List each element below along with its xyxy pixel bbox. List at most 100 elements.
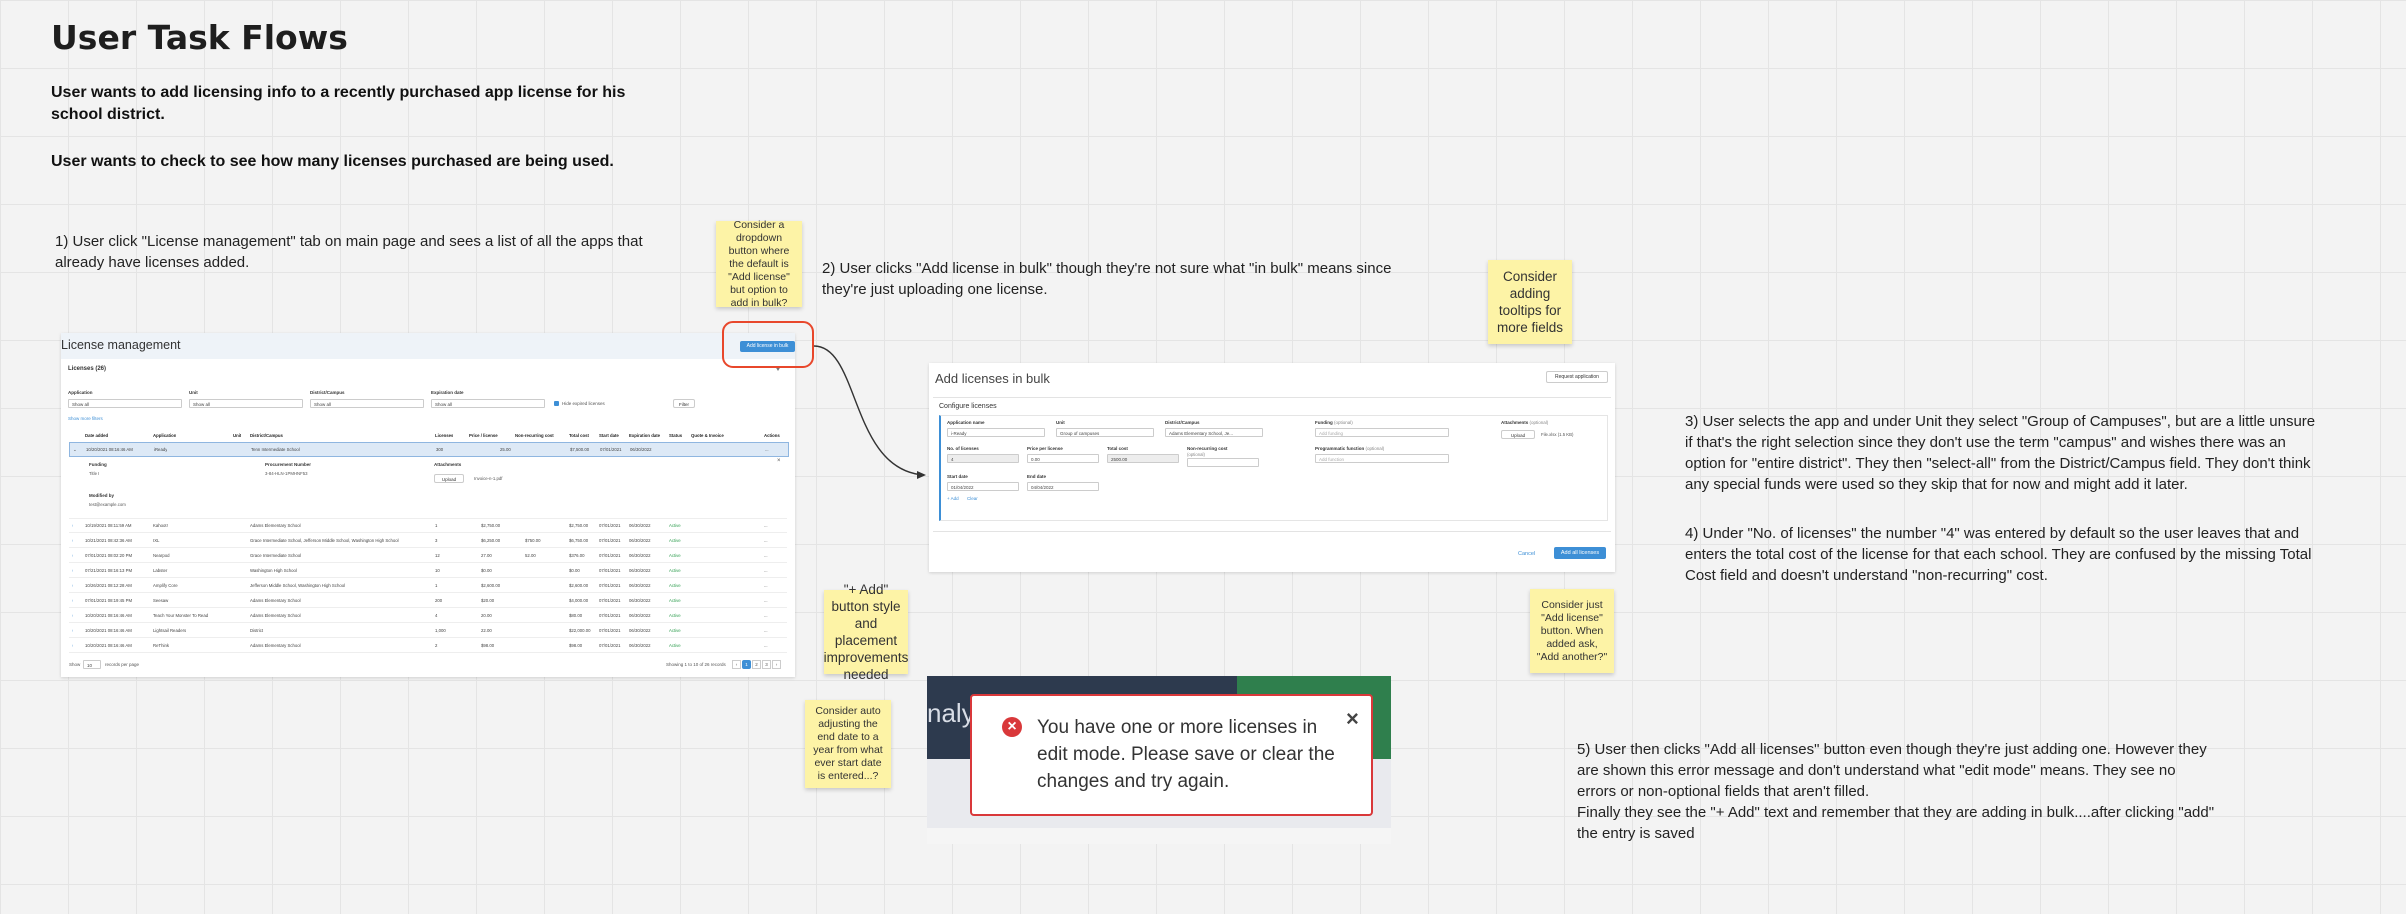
hide-expired-checkbox[interactable] — [554, 401, 559, 406]
attachment-file[interactable]: File.xlsx (1.5 KB) — [1541, 432, 1573, 437]
table-row[interactable]: › 10/26/2021 08:12:28 AM Amplify Core Jeffe… — [69, 579, 787, 593]
filter-button[interactable]: Filter — [673, 399, 695, 408]
col-licenses[interactable]: Licenses — [435, 429, 453, 442]
unit-select[interactable]: Group of campuses — [1056, 428, 1154, 437]
table-cell: 07/01/2021 — [599, 553, 621, 558]
expand-icon[interactable]: › — [72, 624, 73, 637]
table-cell: 07/01/2021 08:02:20 PM — [85, 553, 133, 558]
step-2-text: 2) User clicks "Add license in bulk" tho… — [822, 260, 1392, 298]
table-row[interactable]: › 10/19/2021 08:11:59 AM Kahoot! Adams Elem… — [69, 519, 787, 533]
request-application-button[interactable]: Request application — [1546, 371, 1608, 383]
col-status[interactable]: Status — [669, 429, 682, 442]
expand-icon[interactable]: › — [72, 549, 73, 562]
table-cell: Nearpod — [153, 553, 170, 558]
close-icon[interactable]: × — [1346, 706, 1359, 732]
filter-expiration-select[interactable]: Show all — [431, 399, 545, 408]
table-cell[interactable]: ... — [764, 594, 784, 607]
table-cell[interactable]: ... — [764, 534, 784, 547]
cancel-button[interactable]: Cancel — [1518, 551, 1535, 557]
filter-label-application: Application — [68, 390, 93, 395]
col-application[interactable]: Application — [153, 429, 176, 442]
table-cell: $2,750.00 — [569, 523, 589, 528]
expand-icon[interactable]: › — [72, 594, 73, 607]
table-cell: 1,000 — [435, 628, 446, 633]
table-cell: 07/01/2021 08:19:45 PM — [85, 598, 133, 603]
table-cell: 06/30/2022 — [629, 643, 651, 648]
records-per-page-select[interactable]: 10 — [83, 660, 101, 669]
start-date-input[interactable]: 01/04/2022 — [947, 482, 1019, 491]
prev-page-button[interactable]: ‹ — [732, 660, 741, 669]
expand-icon[interactable]: › — [72, 639, 73, 652]
page-3-button[interactable]: 3 — [762, 660, 771, 669]
col-start[interactable]: Start date — [599, 429, 619, 442]
number-of-licenses-input[interactable]: 4 — [947, 454, 1019, 463]
page-1-button[interactable]: 1 — [742, 660, 751, 669]
col-quote[interactable]: Quote & Invoice — [691, 429, 724, 442]
error-icon: × — [1002, 717, 1022, 737]
col-nonrecurring[interactable]: Non-recurring cost — [515, 429, 554, 442]
non-recurring-cost-input[interactable] — [1187, 458, 1259, 467]
add-link[interactable]: + Add — [947, 496, 959, 501]
funding-input[interactable]: Add funding — [1315, 428, 1449, 437]
table-cell[interactable]: ... — [764, 624, 784, 637]
clear-link[interactable]: Clear — [967, 496, 978, 501]
table-cell: 10/20/2021 08:16:46 AM — [85, 628, 132, 633]
expand-icon[interactable]: › — [72, 579, 73, 592]
table-row-expanded[interactable]: ⌄ 10/20/2021 08:16:46 AM iReady Tenn Int… — [69, 442, 789, 457]
expand-icon[interactable]: › — [72, 609, 73, 622]
add-license-in-bulk-button[interactable]: Add license in bulk — [740, 341, 795, 352]
table-cell: 3 — [435, 538, 438, 543]
table-cell[interactable]: ... — [764, 579, 784, 592]
show-more-filters-link[interactable]: Show more filters — [68, 416, 103, 421]
table-cell: Washington High School — [250, 568, 297, 573]
bulk-title: Add licenses in bulk — [935, 371, 1050, 386]
filter-application-select[interactable]: Show all — [68, 399, 182, 408]
table-row[interactable]: › 07/01/2021 08:02:20 PM Nearpod Grace Inte… — [69, 549, 787, 563]
table-cell: 07/21/2021 08:16:13 PM — [85, 568, 133, 573]
filter-unit-select[interactable]: Show all — [189, 399, 303, 408]
records-range: Showing 1 to 10 of 26 records — [666, 662, 726, 667]
footer-show: Show — [69, 662, 81, 667]
col-date-added[interactable]: Date added — [85, 429, 108, 442]
table-row[interactable]: › 07/01/2021 08:19:45 PM Seesaw Adams Eleme… — [69, 594, 787, 608]
col-unit[interactable]: Unit — [233, 429, 241, 442]
campus-select[interactable]: Adams Elementary School, Je... — [1165, 428, 1263, 437]
table-cell: 07/01/2021 — [599, 613, 621, 618]
total-cost-input[interactable]: 2500.00 — [1107, 454, 1179, 463]
col-campus[interactable]: District/Campus — [250, 429, 283, 442]
col-total[interactable]: Total cost — [569, 429, 589, 442]
table-cell: 06/30/2022 — [629, 613, 651, 618]
programmatic-function-input[interactable]: Add function — [1315, 454, 1449, 463]
price-per-license-input[interactable]: 0.00 — [1027, 454, 1099, 463]
table-cell[interactable]: ... — [764, 549, 784, 562]
add-all-licenses-button[interactable]: Add all licenses — [1554, 547, 1606, 559]
table-row[interactable]: › 10/21/2021 08:42:36 AM IXL Grace Intermed… — [69, 534, 787, 548]
table-cell[interactable]: ... — [764, 609, 784, 622]
table-cell: $0.00 — [481, 568, 492, 573]
application-select[interactable]: i-Ready — [947, 428, 1045, 437]
table-cell: 10/21/2021 08:42:36 AM — [85, 538, 132, 543]
table-row[interactable]: › 07/21/2021 08:16:13 PM Labster Washington… — [69, 564, 787, 578]
expand-icon[interactable]: › — [72, 564, 73, 577]
page-2-button[interactable]: 2 — [752, 660, 761, 669]
upload-button[interactable]: Upload — [434, 474, 464, 483]
end-date-input[interactable]: 04/04/2022 — [1027, 482, 1099, 491]
table-cell[interactable]: ... — [764, 564, 784, 577]
upload-button[interactable]: Upload — [1501, 430, 1535, 439]
close-icon[interactable]: × — [777, 458, 781, 464]
table-row[interactable]: › 10/20/2021 08:16:46 AM ReThink Adams Elem… — [69, 639, 787, 653]
table-cell: 52.00 — [525, 553, 536, 558]
sticky-note-add-license: Consider just "Add license" button. When… — [1530, 589, 1614, 673]
table-cell: Kahoot! — [153, 523, 168, 528]
expand-icon[interactable]: › — [72, 519, 73, 532]
table-cell[interactable]: ... — [764, 639, 784, 652]
table-cell[interactable]: ... — [764, 519, 784, 532]
error-message: You have one or more licenses in edit mo… — [1037, 717, 1335, 792]
col-expiration[interactable]: Expiration date — [629, 429, 660, 442]
next-page-button[interactable]: › — [772, 660, 781, 669]
expand-icon[interactable]: › — [72, 534, 73, 547]
table-row[interactable]: › 10/20/2021 08:16:46 AM Lightsail Readers… — [69, 624, 787, 638]
table-row[interactable]: › 10/20/2021 08:16:46 AM Teach Your Monste… — [69, 609, 787, 623]
filter-campus-select[interactable]: Show all — [310, 399, 424, 408]
col-price[interactable]: Price / license — [469, 429, 498, 442]
